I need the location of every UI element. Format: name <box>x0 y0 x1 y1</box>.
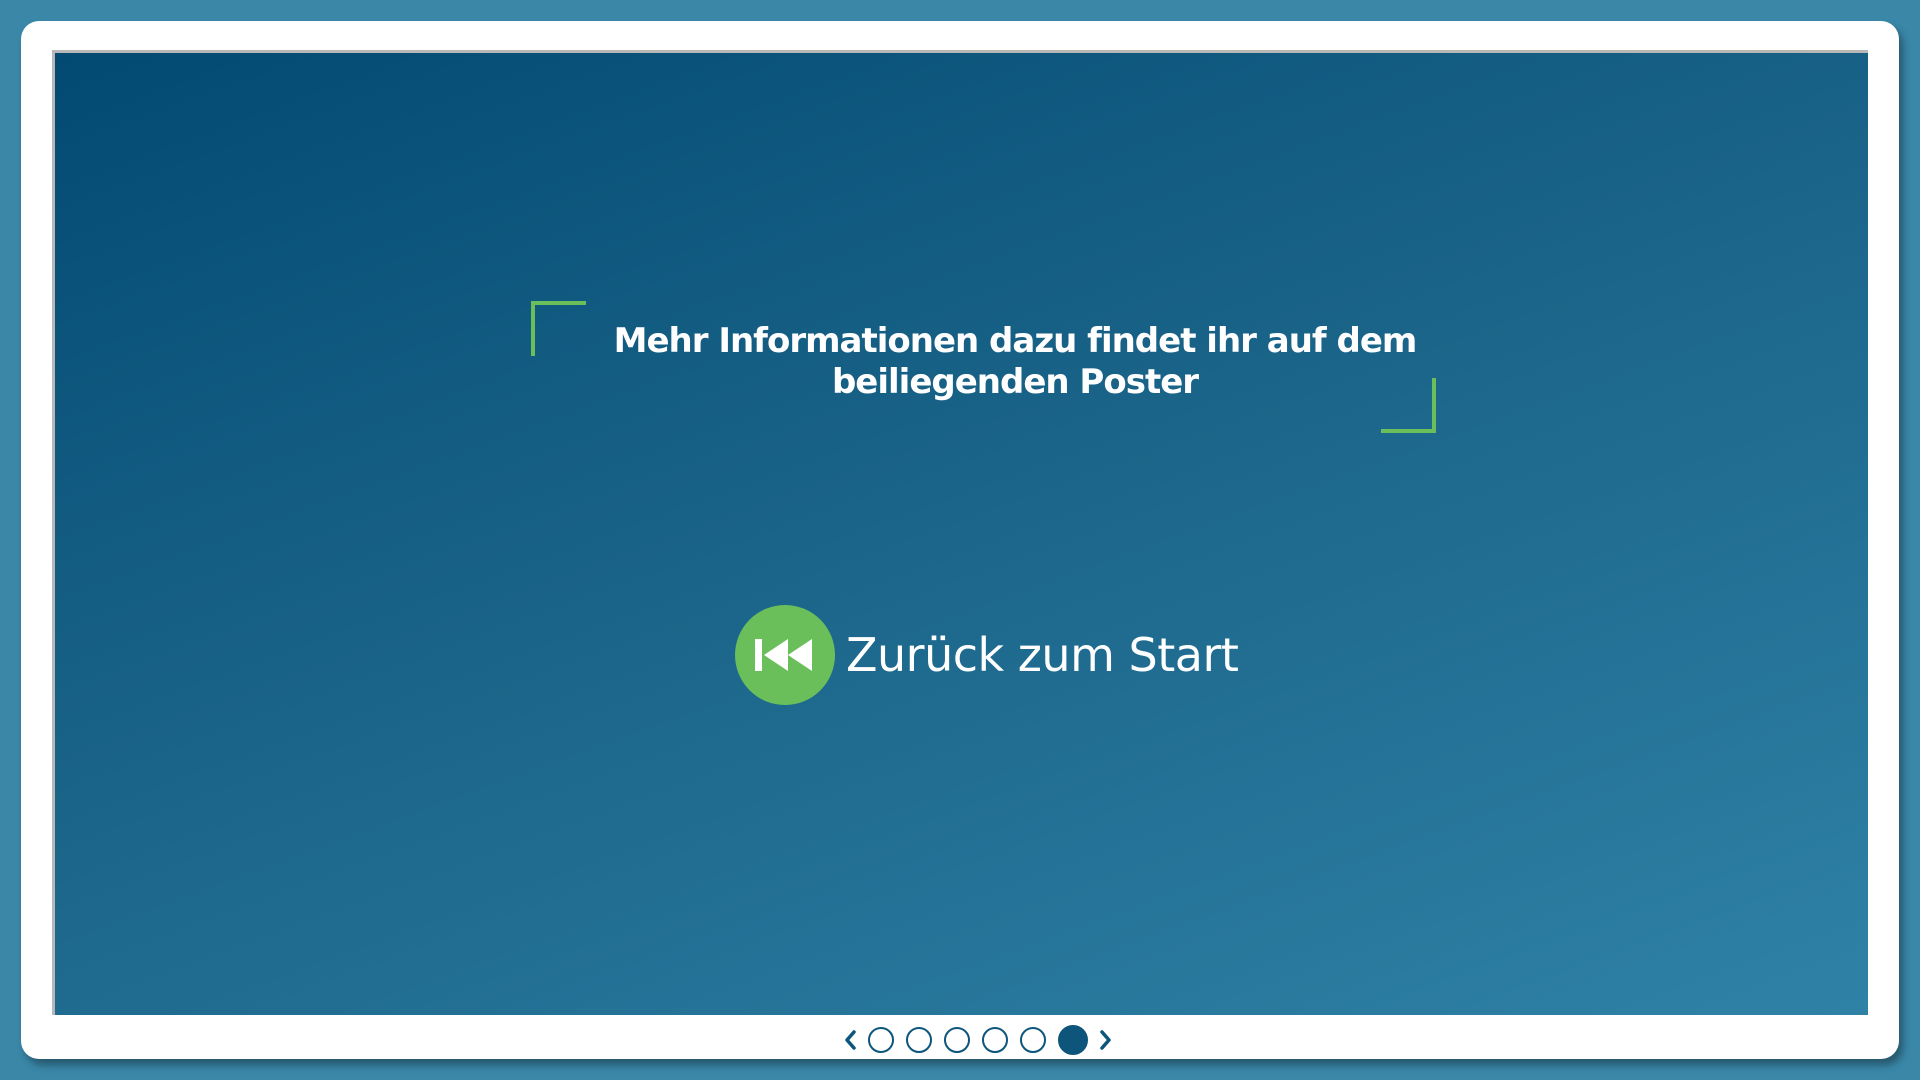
chevron-right-icon[interactable] <box>1099 1029 1113 1051</box>
next-slide-button[interactable] <box>1094 1025 1118 1055</box>
pager-dot-1[interactable] <box>868 1027 894 1053</box>
restart-button[interactable]: Zurück zum Start <box>735 605 1239 705</box>
info-text: Mehr Informationen dazu findet ihr auf d… <box>575 321 1455 403</box>
pager-dot-6-active[interactable] <box>1058 1025 1088 1055</box>
pager-dot-3[interactable] <box>944 1027 970 1053</box>
slide-frame: Mehr Informationen dazu findet ihr auf d… <box>21 21 1899 1059</box>
info-text-line2: beiliegenden Poster <box>831 362 1199 402</box>
rewind-to-start-icon[interactable] <box>735 605 835 705</box>
pager-dot-4[interactable] <box>982 1027 1008 1053</box>
slide-pager <box>0 1024 1920 1056</box>
info-text-line1: Mehr Informationen dazu findet ihr auf d… <box>613 321 1418 361</box>
pager-dot-5[interactable] <box>1020 1027 1046 1053</box>
restart-label[interactable]: Zurück zum Start <box>846 628 1239 682</box>
pager-dot-2[interactable] <box>906 1027 932 1053</box>
chevron-left-icon[interactable] <box>843 1029 857 1051</box>
prev-slide-button[interactable] <box>838 1025 862 1055</box>
slide-stage: Mehr Informationen dazu findet ihr auf d… <box>52 50 1868 1015</box>
